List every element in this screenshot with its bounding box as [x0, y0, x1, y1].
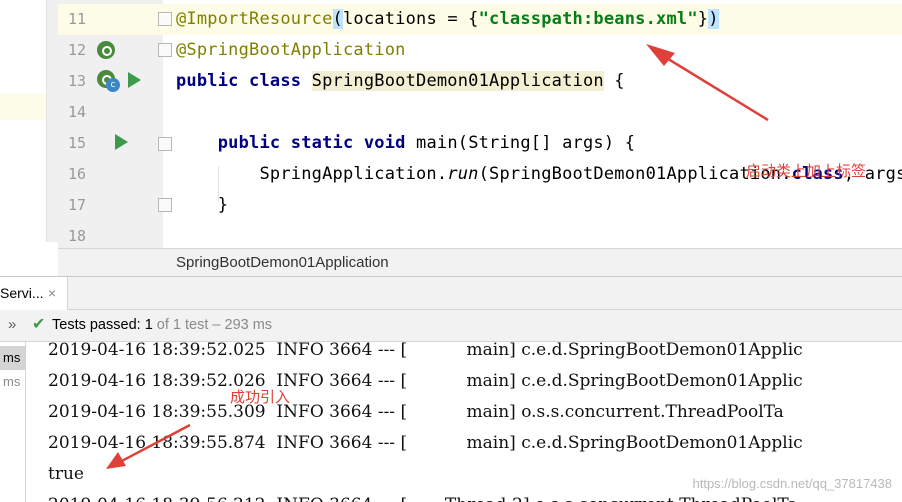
annotation-label-bottom: 成功引入 [230, 388, 291, 406]
console-line: 2019-04-16 18:39:52.025 INFO 3664 --- [ … [48, 342, 803, 360]
console-line: 2019-04-16 18:39:55.309 INFO 3664 --- [ … [48, 402, 784, 422]
console-line: 2019-04-16 18:39:56.212 INFO 3664 --- [ … [48, 490, 798, 502]
code-text[interactable]: @ImportResource(locations = {"classpath:… [176, 4, 719, 35]
fold-icon[interactable] [158, 43, 172, 57]
tree-item[interactable]: ms [0, 370, 26, 394]
line-number: 17 [67, 196, 86, 214]
test-tree[interactable]: ms ms [0, 342, 26, 502]
console-line: 2019-04-16 18:39:55.874 INFO 3664 --- [ … [48, 433, 803, 453]
console-line: true [48, 464, 84, 484]
line-number: 14 [67, 103, 86, 121]
tab-label: Servi... [0, 285, 44, 301]
spring-bean-icon[interactable] [97, 41, 115, 59]
tree-item[interactable]: ms [0, 346, 26, 370]
code-line[interactable]: 12 @SpringBootApplication [58, 35, 902, 66]
watermark: https://blog.csdn.net/qq_37817438 [692, 476, 893, 491]
code-text[interactable]: } [176, 190, 228, 221]
code-text[interactable]: @SpringBootApplication [176, 35, 406, 66]
tool-window-header: Servi... × [0, 276, 902, 310]
breadcrumb[interactable]: SpringBootDemon01Application [176, 254, 389, 271]
fold-icon[interactable] [158, 12, 172, 26]
test-status-bar: » ✔ Tests passed: 1 of 1 test – 293 ms [0, 310, 902, 342]
class-badge-icon: c [106, 78, 120, 92]
console-line: 2019-04-16 18:39:52.026 INFO 3664 --- [ … [48, 371, 803, 391]
annotation-label-top: 启动类上加上标签 [746, 162, 867, 180]
run-class-icon[interactable] [128, 72, 141, 88]
expand-icon[interactable]: » [8, 316, 16, 333]
code-line[interactable]: 15 public static void main(String[] args… [58, 128, 902, 159]
panel-edge [46, 0, 58, 242]
code-text[interactable]: public class SpringBootDemon01Applicatio… [176, 66, 625, 97]
code-line[interactable]: 14 [58, 97, 902, 128]
code-line[interactable]: 18 [58, 221, 902, 248]
check-icon: ✔ [32, 314, 46, 333]
line-number: 11 [67, 10, 86, 28]
code-text[interactable]: public static void main(String[] args) { [176, 128, 635, 159]
breadcrumb-bar: SpringBootDemon01Application [58, 248, 902, 276]
test-status-text: Tests passed: 1 of 1 test – 293 ms [52, 317, 272, 333]
line-number: 15 [67, 134, 86, 152]
line-number: 16 [67, 165, 86, 183]
status-detail: of 1 test – 293 ms [152, 317, 273, 333]
project-panel-edge [0, 0, 58, 248]
fold-icon[interactable] [158, 198, 172, 212]
code-line[interactable]: 11 @ImportResource(locations = {"classpa… [58, 4, 902, 35]
line-number: 18 [67, 227, 86, 245]
fold-icon[interactable] [158, 137, 172, 151]
close-icon[interactable]: × [48, 285, 56, 301]
status-count: 1 [144, 317, 153, 333]
tab-services[interactable]: Servi... × [0, 277, 68, 310]
status-passed-label: Tests passed: [52, 317, 145, 333]
code-editor[interactable]: 11 @ImportResource(locations = {"classpa… [0, 0, 902, 248]
line-number: 12 [67, 41, 86, 59]
run-main-icon[interactable] [115, 134, 128, 150]
code-line[interactable]: 13 c public class SpringBootDemon01Appli… [58, 66, 902, 97]
code-line[interactable]: 17 } [58, 190, 902, 221]
line-number: 13 [67, 72, 86, 90]
